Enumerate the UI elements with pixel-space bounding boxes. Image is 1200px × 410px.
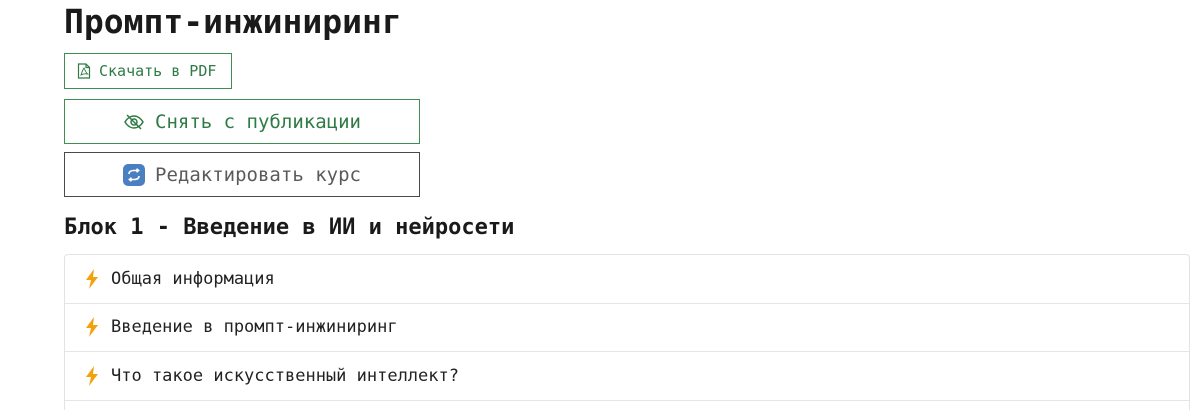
list-item[interactable]: Что такое искусственный интеллект? — [65, 352, 1189, 401]
unpublish-button[interactable]: Снять с публикации — [64, 99, 420, 144]
list-item[interactable]: Введение в промпт-инжиниринг — [65, 304, 1189, 352]
lesson-list: Общая информация Введение в промпт-инжин… — [64, 254, 1190, 410]
course-page: Промпт-инжиниринг Скачать в PDF Снять с … — [0, 0, 1200, 410]
lesson-label: Что такое искусственный интеллект? — [111, 365, 459, 386]
edit-course-icon — [123, 163, 146, 186]
edit-course-button[interactable]: Редактировать курс — [64, 152, 420, 197]
block-title: Блок 1 - Введение в ИИ и нейросети — [64, 215, 515, 240]
lightning-icon — [83, 268, 101, 290]
list-item[interactable]: Общая информация — [65, 255, 1189, 304]
unpublish-label: Снять с публикации — [155, 110, 361, 133]
page-title: Промпт-инжиниринг — [64, 2, 402, 41]
eye-slash-icon — [123, 113, 145, 131]
download-pdf-label: Скачать в PDF — [99, 62, 217, 80]
edit-course-label: Редактировать курс — [155, 163, 361, 186]
lesson-label: Введение в промпт-инжиниринг — [111, 317, 398, 338]
pdf-file-icon — [77, 63, 91, 79]
download-pdf-button[interactable]: Скачать в PDF — [64, 53, 232, 89]
lightning-icon — [83, 365, 101, 387]
lesson-label: Общая информация — [111, 268, 275, 289]
lightning-icon — [83, 316, 101, 338]
